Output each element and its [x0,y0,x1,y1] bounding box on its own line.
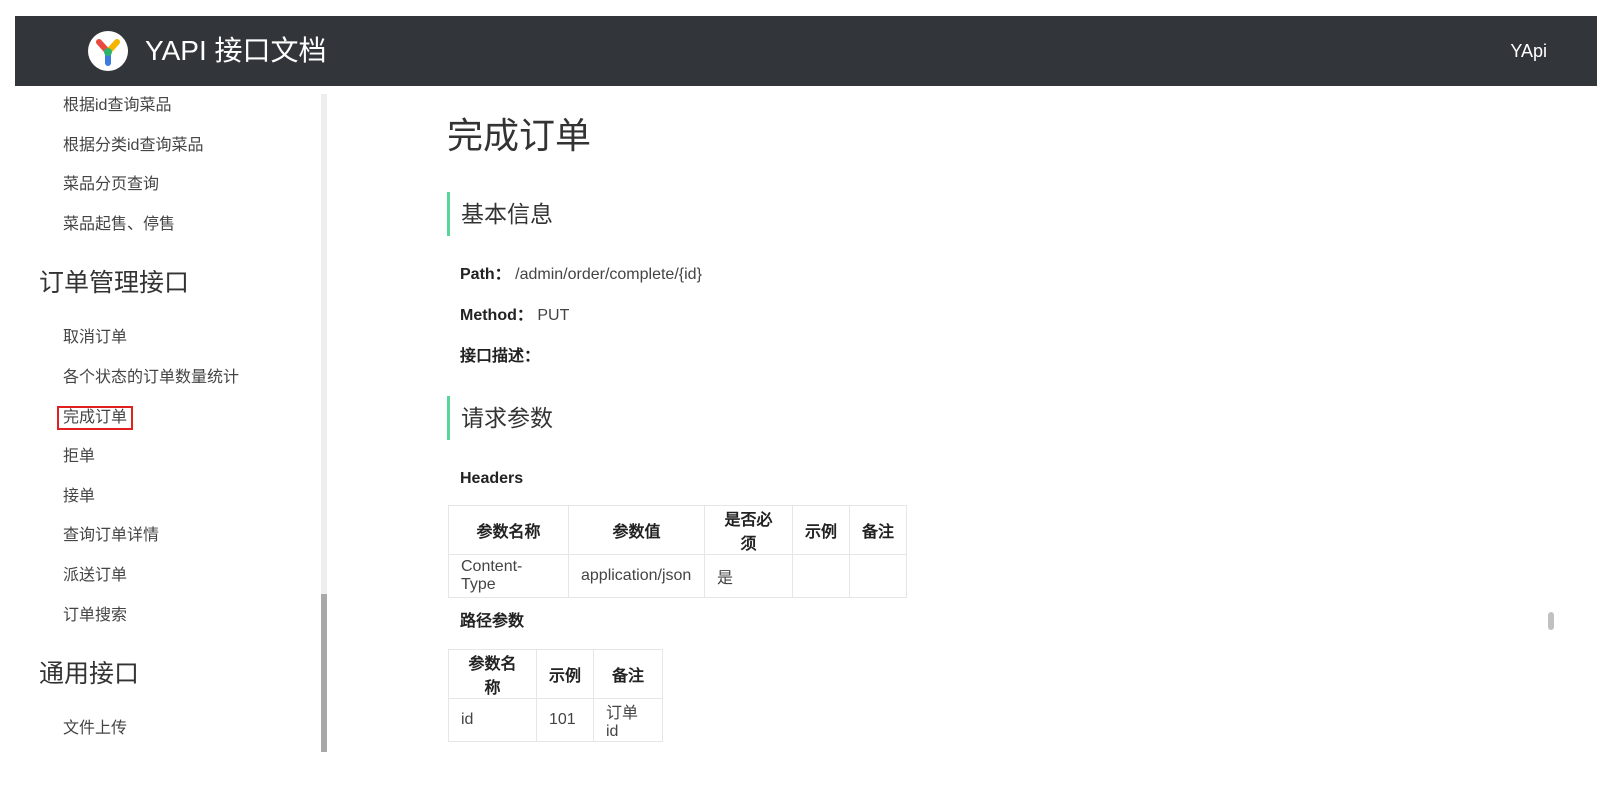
path-params-table: 参数名称 示例 备注 id 101 订单id [448,649,663,742]
sidebar-scrollbar-thumb[interactable] [321,594,327,752]
table-cell: 是 [704,554,793,598]
sidebar-item[interactable]: 拒单 [63,447,95,467]
sidebar-item[interactable]: 各个状态的订单数量统计 [63,368,239,388]
table-header: 示例 [536,649,594,699]
sidebar-item[interactable]: 根据id查询菜品 [63,96,171,116]
sidebar-item[interactable]: 取消订单 [63,328,127,348]
section-request-params: 请求参数 [447,396,553,440]
main-scrollbar-thumb[interactable] [1548,612,1554,630]
sidebar-nav: 根据id查询菜品 根据分类id查询菜品 菜品分页查询 菜品起售、停售 订单管理接… [15,86,331,776]
table-row: id 101 订单id [448,698,663,742]
headers-title: Headers [460,470,524,487]
path-value: /admin/order/complete/{id} [515,266,702,283]
path-label: Path： [460,266,511,283]
sidebar-group-common[interactable]: 通用接口 [39,659,139,689]
desc-label: 接口描述： [460,348,541,365]
sidebar-item[interactable]: 接单 [63,487,95,507]
table-header: 参数名称 [448,505,569,555]
sidebar-item[interactable]: 菜品分页查询 [63,175,159,195]
app-frame: YAPI 接口文档 YApi 根据id查询菜品 根据分类id查询菜品 菜品分页查… [15,16,1597,776]
sidebar-item-active[interactable]: 完成订单 [57,406,134,430]
table-cell [849,554,907,598]
table-header: 备注 [593,649,663,699]
table-cell: Content-Type [448,554,569,598]
table-cell [792,554,850,598]
desc-row: 接口描述： [460,347,540,367]
yapi-logo-icon [88,31,128,71]
table-header: 备注 [849,505,907,555]
method-value: PUT [537,307,570,324]
table-row: Content-Type application/json 是 [448,554,907,598]
path-params-title: 路径参数 [460,613,525,630]
app-title: YAPI 接口文档 [145,35,327,66]
table-cell: 订单id [593,698,663,742]
table-header: 示例 [792,505,850,555]
yapi-link[interactable]: YApi [1510,40,1547,62]
method-label: Method： [460,307,533,324]
page-title: 完成订单 [447,115,592,156]
method-row: Method： PUT [460,306,569,326]
sidebar-item[interactable]: 菜品起售、停售 [63,215,175,235]
table-header: 参数名称 [448,649,537,699]
sidebar-item[interactable]: 文件上传 [63,719,127,739]
top-header: YAPI 接口文档 YApi [15,16,1597,86]
sidebar-item[interactable]: 派送订单 [63,566,127,586]
table-cell: id [448,698,537,742]
sidebar-item[interactable]: 根据分类id查询菜品 [63,136,203,156]
section-basic-info: 基本信息 [447,192,553,236]
table-header: 是否必须 [704,505,793,555]
table-cell: application/json [568,554,705,598]
headers-table: 参数名称 参数值 是否必须 示例 备注 Content-Type applica… [448,505,907,598]
table-header: 参数值 [568,505,705,555]
sidebar-item[interactable]: 订单搜索 [63,606,127,626]
table-cell: 101 [536,698,594,742]
path-row: Path： /admin/order/complete/{id} [460,265,702,285]
sidebar-group-order[interactable]: 订单管理接口 [39,268,189,298]
sidebar-item[interactable]: 查询订单详情 [63,526,159,546]
